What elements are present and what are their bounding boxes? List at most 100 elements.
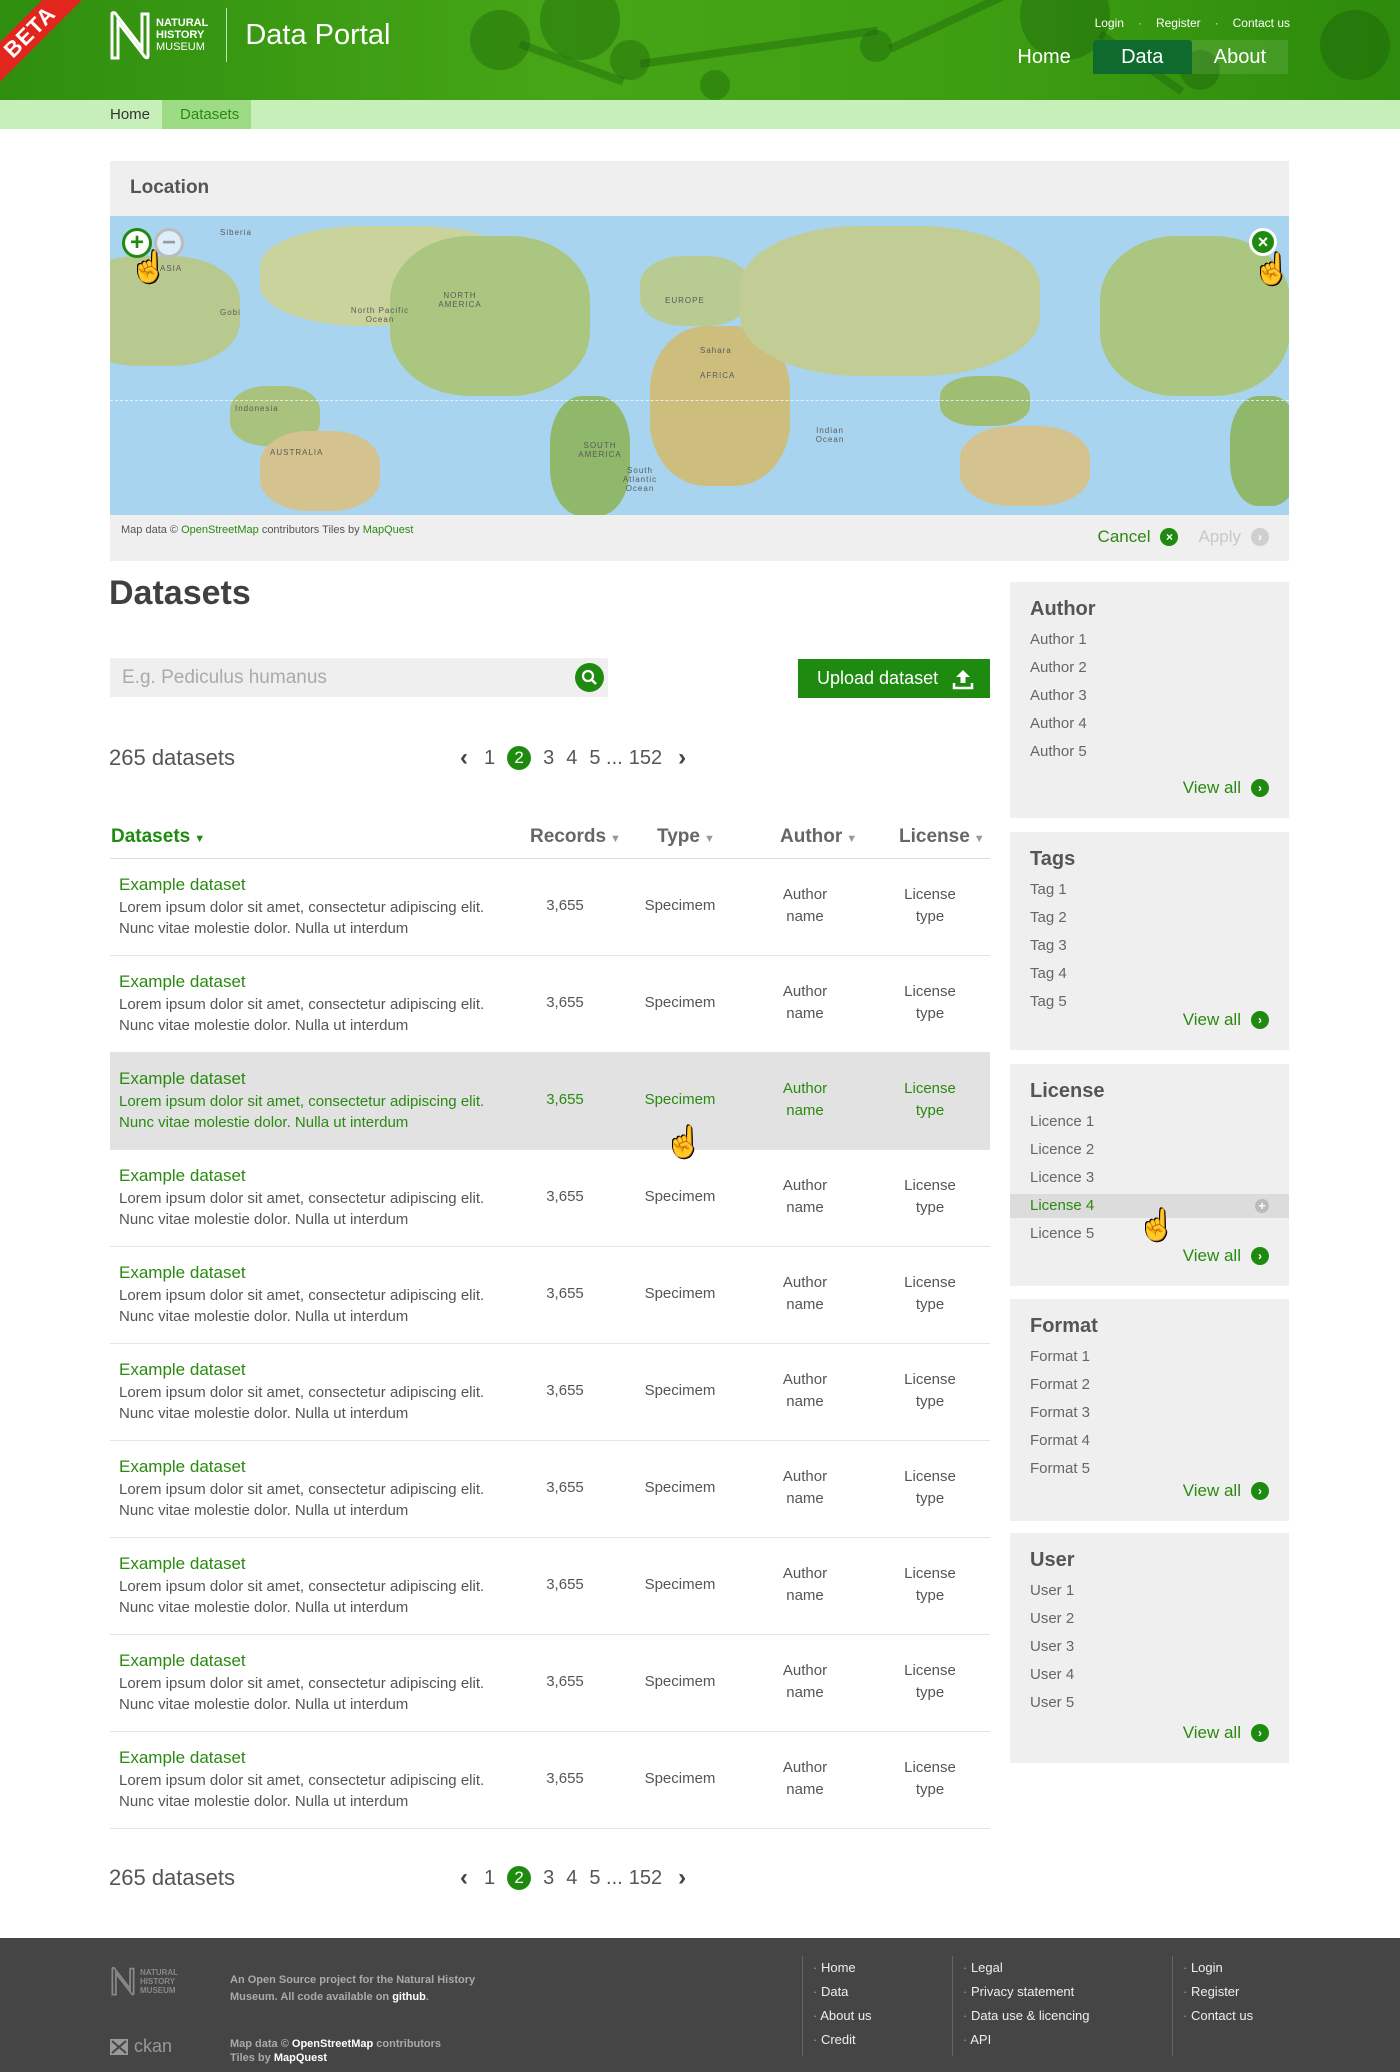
search-input[interactable] [122, 666, 552, 690]
table-row[interactable]: Example dataset Lorem ipsum dolor sit ame… [110, 1538, 990, 1635]
facet-item[interactable]: Author 1 [1030, 631, 1087, 648]
openstreetmap-link[interactable]: OpenStreetMap [292, 2038, 373, 2050]
facet-item[interactable]: Licence 2 [1030, 1141, 1094, 1158]
dataset-title-link[interactable]: Example dataset [119, 1360, 246, 1380]
dataset-title-link[interactable]: Example dataset [119, 1457, 246, 1477]
footer-logo[interactable]: NATURAL HISTORY MUSEUM [110, 1964, 178, 1998]
page-link[interactable]: 1 [478, 747, 501, 770]
openstreetmap-link[interactable]: OpenStreetMap [181, 524, 259, 536]
facet-item[interactable]: Tag 2 [1030, 909, 1067, 926]
table-row[interactable]: Example dataset Lorem ipsum dolor sit ame… [110, 859, 990, 956]
page-current[interactable]: 2 [507, 746, 532, 770]
author-cell[interactable]: Author name [775, 1660, 835, 1704]
footer-link-home[interactable]: Home [813, 1956, 872, 1980]
table-row[interactable]: Example dataset Lorem ipsum dolor sit ame… [110, 956, 990, 1053]
facet-item[interactable]: User 3 [1030, 1638, 1074, 1655]
page-link[interactable]: 5 ... [583, 747, 622, 770]
facet-item[interactable]: Licence 5 [1030, 1225, 1094, 1242]
github-link[interactable]: github [392, 1991, 426, 2003]
nav-data[interactable]: Data [1092, 40, 1192, 74]
view-all-link[interactable]: View all › [1183, 1481, 1269, 1501]
facet-item[interactable]: Tag 4 [1030, 965, 1067, 982]
view-all-link[interactable]: View all › [1183, 1723, 1269, 1743]
nav-home[interactable]: Home [995, 40, 1092, 74]
footer-link-about[interactable]: About us [813, 2004, 871, 2028]
mapquest-link[interactable]: MapQuest [274, 2052, 327, 2064]
facet-item[interactable]: User 2 [1030, 1610, 1074, 1627]
mapquest-link[interactable]: MapQuest [363, 524, 414, 536]
facet-item[interactable]: Author 4 [1030, 715, 1087, 732]
facet-item[interactable]: Format 5 [1030, 1460, 1090, 1477]
facet-item[interactable]: Author 3 [1030, 687, 1087, 704]
apply-button[interactable]: Apply › [1198, 527, 1269, 547]
prev-page-icon[interactable]: ‹ [450, 744, 478, 772]
table-row[interactable]: Example dataset Lorem ipsum dolor sit ame… [110, 1441, 990, 1538]
site-logo[interactable]: NATURAL HISTORY MUSEUM Data Portal [108, 8, 390, 62]
page-link[interactable]: 3 [537, 747, 560, 770]
dataset-title-link[interactable]: Example dataset [119, 1263, 246, 1283]
facet-item[interactable]: Format 2 [1030, 1376, 1090, 1393]
view-all-link[interactable]: View all › [1183, 1246, 1269, 1266]
author-cell[interactable]: Author name [775, 1369, 835, 1413]
page-link[interactable]: 5 ... [583, 1867, 622, 1890]
footer-link-register[interactable]: Register [1183, 1980, 1253, 2004]
footer-link-contact[interactable]: Contact us [1183, 2004, 1253, 2028]
footer-link-data[interactable]: Data [813, 1980, 872, 2004]
search-button[interactable] [575, 663, 604, 692]
sort-datasets[interactable]: Datasets ▼ [111, 826, 205, 848]
upload-dataset-button[interactable]: Upload dataset [798, 659, 990, 698]
page-link[interactable]: 1 [478, 1867, 501, 1890]
breadcrumb-home[interactable]: Home [110, 106, 170, 123]
facet-item[interactable]: Author 5 [1030, 743, 1087, 760]
dataset-title-link[interactable]: Example dataset [119, 1166, 246, 1186]
register-link[interactable]: Register [1156, 16, 1201, 30]
dataset-title-link[interactable]: Example dataset [119, 1748, 246, 1768]
table-row[interactable]: Example dataset Lorem ipsum dolor sit ame… [110, 1732, 990, 1829]
footer-link-licencing[interactable]: Data use & licencing [963, 2004, 1090, 2028]
facet-item[interactable]: Format 3 [1030, 1404, 1090, 1421]
sort-author[interactable]: Author ▼ [780, 826, 857, 848]
view-all-link[interactable]: View all › [1183, 1010, 1269, 1030]
table-row[interactable]: Example dataset Lorem ipsum dolor sit ame… [110, 1344, 990, 1441]
facet-item[interactable]: Format 4 [1030, 1432, 1090, 1449]
nav-about[interactable]: About [1191, 40, 1288, 74]
table-row[interactable]: Example dataset Lorem ipsum dolor sit ame… [110, 1247, 990, 1344]
world-map[interactable]: Siberia ASIA NORTH AMERICA EUROPE AFRICA… [110, 216, 1289, 515]
dataset-title-link[interactable]: Example dataset [119, 1651, 246, 1671]
dataset-title-link[interactable]: Example dataset [119, 1069, 246, 1089]
facet-item[interactable]: Tag 5 [1030, 993, 1067, 1010]
facet-item[interactable]: License 4 [1030, 1197, 1094, 1214]
facet-item[interactable]: Tag 1 [1030, 881, 1067, 898]
facet-item[interactable]: User 4 [1030, 1666, 1074, 1683]
page-link[interactable]: 3 [537, 1867, 560, 1890]
facet-item[interactable]: Author 2 [1030, 659, 1087, 676]
table-row[interactable]: Example dataset Lorem ipsum dolor sit ame… [110, 1053, 990, 1150]
facet-item[interactable]: Licence 3 [1030, 1169, 1094, 1186]
table-row[interactable]: Example dataset Lorem ipsum dolor sit ame… [110, 1635, 990, 1732]
cancel-button[interactable]: Cancel × [1098, 527, 1179, 547]
dataset-title-link[interactable]: Example dataset [119, 972, 246, 992]
footer-link-credit[interactable]: Credit [813, 2028, 872, 2052]
facet-item[interactable]: User 5 [1030, 1694, 1074, 1711]
table-row[interactable]: Example dataset Lorem ipsum dolor sit ame… [110, 1150, 990, 1247]
facet-item[interactable]: Tag 3 [1030, 937, 1067, 954]
page-link[interactable]: 152 [623, 1867, 668, 1890]
author-cell[interactable]: Author name [775, 1175, 835, 1219]
author-cell[interactable]: Author name [775, 1757, 835, 1801]
author-cell[interactable]: Author name [775, 1466, 835, 1510]
next-page-icon[interactable]: › [668, 744, 696, 772]
page-current[interactable]: 2 [507, 1866, 532, 1890]
view-all-link[interactable]: View all › [1183, 778, 1269, 798]
contact-link[interactable]: Contact us [1233, 16, 1290, 30]
footer-link-api[interactable]: API [963, 2028, 1089, 2052]
facet-item[interactable]: Licence 1 [1030, 1113, 1094, 1130]
dataset-title-link[interactable]: Example dataset [119, 875, 246, 895]
author-cell[interactable]: Author name [775, 981, 835, 1025]
page-link[interactable]: 152 [623, 747, 668, 770]
page-link[interactable]: 4 [560, 1867, 583, 1890]
plus-circle-icon[interactable]: + [1255, 1199, 1269, 1213]
author-cell[interactable]: Author name [775, 1563, 835, 1607]
page-link[interactable]: 4 [560, 747, 583, 770]
author-cell[interactable]: Author name [775, 1078, 835, 1122]
sort-license[interactable]: License ▼ [899, 826, 985, 848]
